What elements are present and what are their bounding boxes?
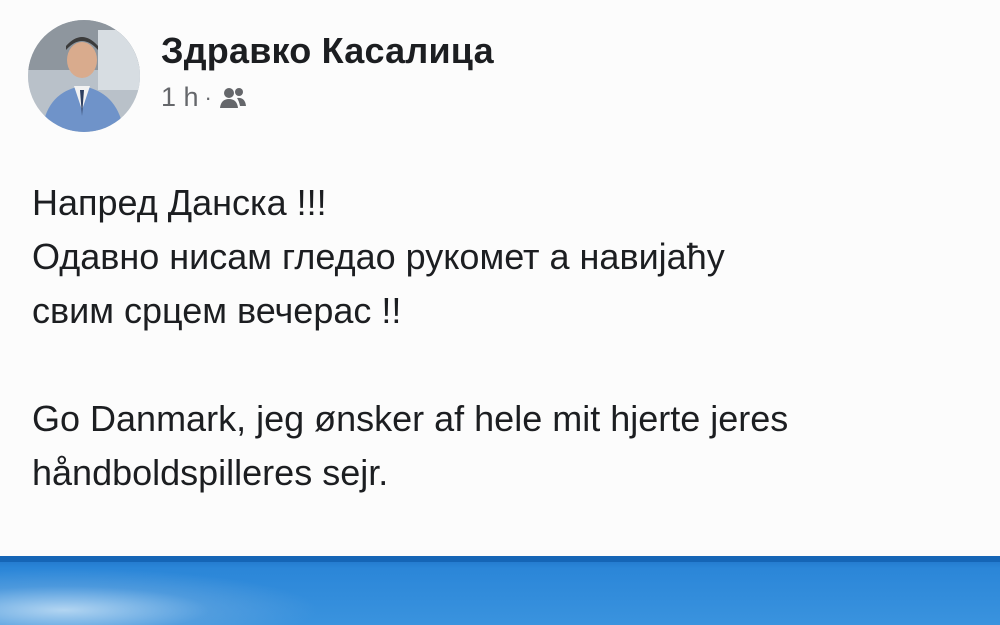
post-text-line: Go Danmark, jeg ønsker af hele mit hjert…: [32, 398, 789, 439]
image-top-edge: [0, 556, 1000, 562]
image-cloud: [0, 568, 320, 625]
post-text: Напред Данска !!! Одавно нисам гледао ру…: [32, 176, 1000, 500]
facebook-post: Здравко Касалица 1 h · Напред Данска !!!…: [0, 0, 1000, 625]
avatar[interactable]: [28, 20, 140, 132]
post-meta: 1 h ·: [161, 82, 248, 113]
post-image[interactable]: [0, 556, 1000, 625]
post-timestamp[interactable]: 1 h: [161, 82, 199, 113]
post-text-line: свим срцем вечерас !!: [32, 290, 402, 331]
post-text-line: Одавно нисам гледао рукомет а навијаћу: [32, 236, 725, 277]
author-name[interactable]: Здравко Касалица: [161, 30, 494, 72]
post-text-line: håndboldspilleres sejr.: [32, 452, 389, 493]
friends-icon[interactable]: [218, 86, 248, 110]
meta-separator: ·: [204, 84, 212, 110]
post-text-line: Напред Данска !!!: [32, 182, 327, 223]
